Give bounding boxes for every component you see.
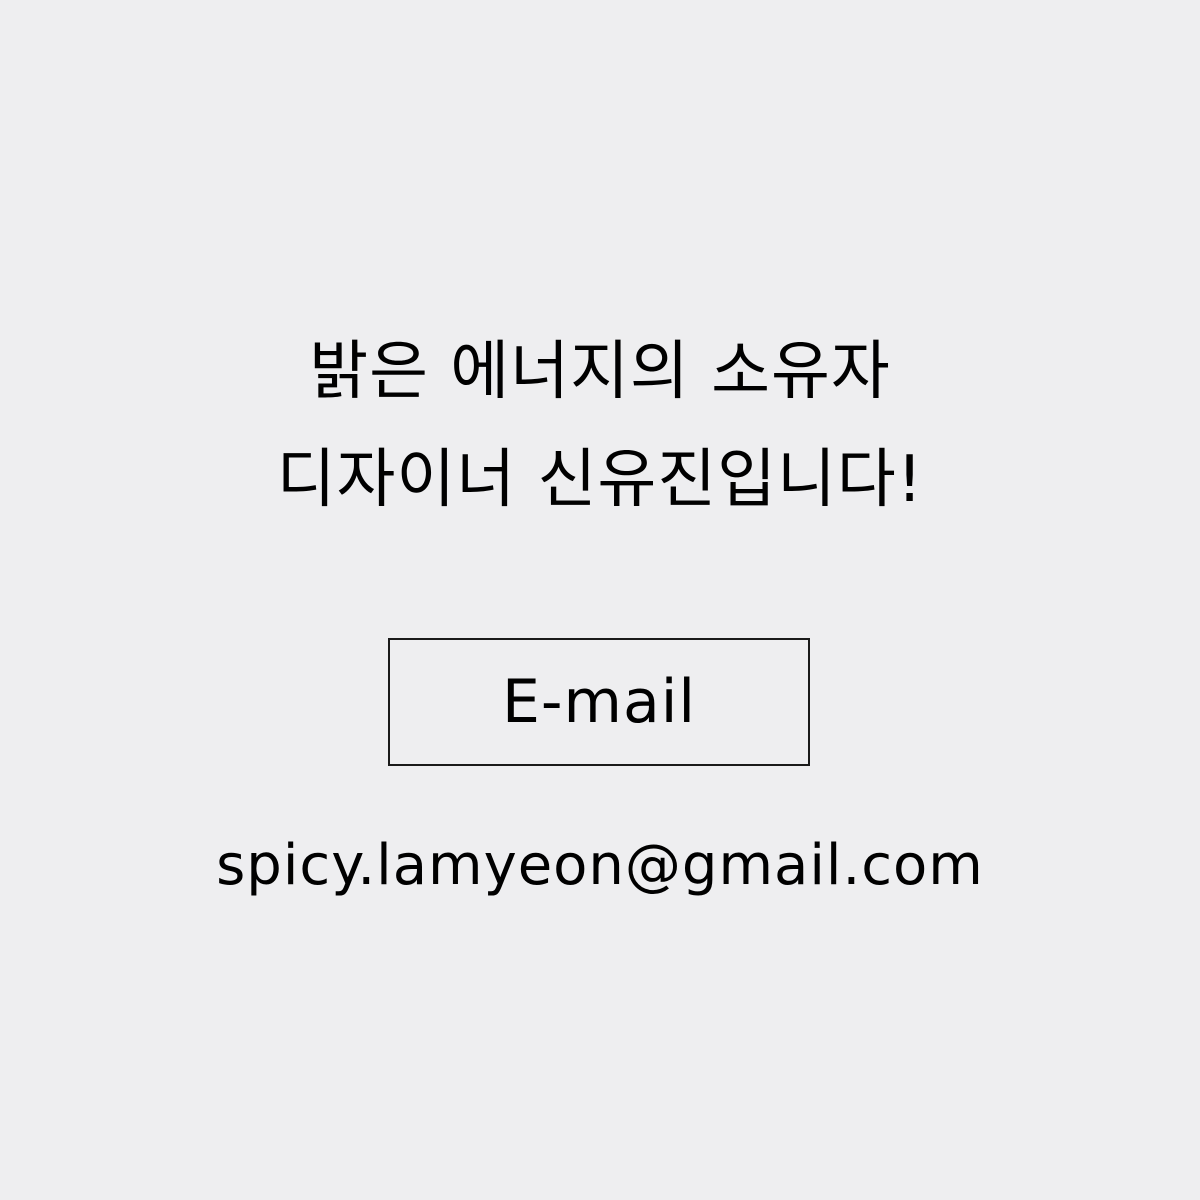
- intro-heading: 밝은 에너지의 소유자 디자이너 신유진입니다!: [0, 318, 1200, 534]
- email-button[interactable]: E-mail: [388, 638, 810, 766]
- intro-heading-line-2: 디자이너 신유진입니다!: [276, 443, 924, 517]
- intro-heading-line-1: 밝은 에너지의 소유자: [309, 335, 891, 409]
- email-address-link[interactable]: spicy.lamyeon@gmail.com: [0, 828, 1200, 904]
